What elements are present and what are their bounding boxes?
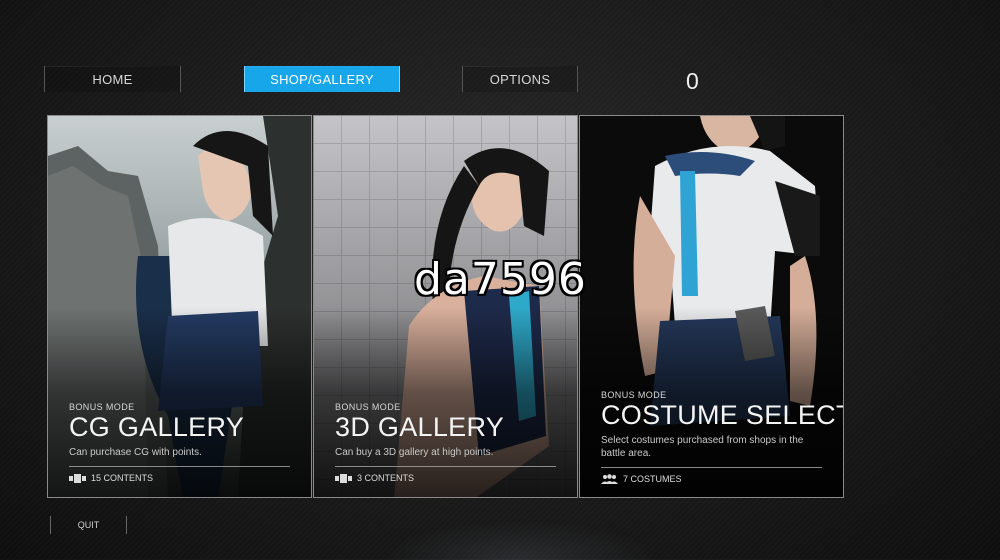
cg-gallery-card[interactable]: BONUS MODE CG GALLERY Can purchase CG wi…	[47, 115, 312, 498]
shop-gallery-tab[interactable]: SHOP/GALLERY	[244, 66, 400, 92]
card-count-label: 7 COSTUMES	[623, 474, 682, 484]
card-description: Can buy a 3D gallery at high points.	[335, 447, 494, 458]
card-kicker: BONUS MODE	[335, 402, 401, 412]
options-tab[interactable]: OPTIONS	[462, 66, 578, 92]
card-divider	[335, 466, 556, 467]
card-divider	[69, 466, 290, 467]
contents-icon	[69, 473, 86, 483]
card-count-label: 3 CONTENTS	[357, 473, 415, 483]
cg-gallery-info: BONUS MODE CG GALLERY Can purchase CG wi…	[69, 402, 290, 483]
card-count-label: 15 CONTENTS	[91, 473, 154, 483]
points-counter: 0	[686, 68, 699, 94]
home-tab[interactable]: HOME	[44, 66, 181, 92]
card-title: CG GALLERY	[69, 412, 245, 442]
shop-gallery-tab-label: SHOP/GALLERY	[270, 71, 374, 87]
card-description: Can purchase CG with points.	[69, 447, 202, 458]
watermark-text: da7596	[414, 254, 587, 305]
card-description: Select costumes purchased from shops in …	[601, 435, 804, 459]
quit-button[interactable]: QUIT	[50, 516, 127, 534]
quit-button-label: QUIT	[77, 520, 100, 530]
footer-glow	[380, 520, 660, 560]
options-tab-label: OPTIONS	[489, 71, 551, 87]
contents-icon	[335, 473, 352, 483]
card-kicker: BONUS MODE	[69, 402, 135, 412]
card-kicker: BONUS MODE	[601, 390, 667, 400]
costume-select-card[interactable]: BONUS MODE COSTUME SELECT Select costume…	[579, 115, 844, 498]
card-title: COSTUME SELECT	[601, 400, 844, 430]
card-title: 3D GALLERY	[335, 412, 505, 442]
card-count: 3 CONTENTS	[335, 473, 556, 483]
3d-gallery-card[interactable]: BONUS MODE 3D GALLERY Can buy a 3D galle…	[313, 115, 578, 498]
card-count: 7 COSTUMES	[601, 474, 822, 484]
home-tab-label: HOME	[92, 71, 133, 87]
costume-select-info: BONUS MODE COSTUME SELECT Select costume…	[601, 390, 844, 484]
people-icon	[601, 474, 618, 484]
card-count: 15 CONTENTS	[69, 473, 290, 483]
card-divider	[601, 467, 822, 468]
3d-gallery-info: BONUS MODE 3D GALLERY Can buy a 3D galle…	[335, 402, 556, 483]
